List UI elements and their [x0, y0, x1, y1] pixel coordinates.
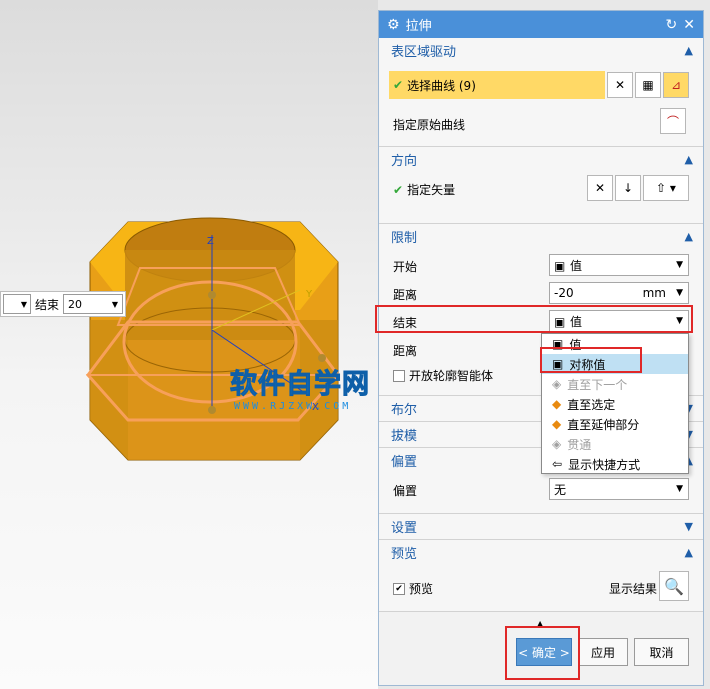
menu-item-symmetric[interactable]: ▣ 对称值: [542, 354, 688, 374]
through-icon: ◈: [552, 437, 562, 451]
chevron-up-icon[interactable]: ▲: [685, 230, 693, 243]
end-label: 结束: [393, 316, 418, 330]
dialog-title: 拉伸: [405, 19, 432, 34]
preview-checkbox[interactable]: ✔: [393, 582, 405, 595]
end-value-input[interactable]: 20 ▼: [63, 294, 124, 314]
menu-item-through-all[interactable]: ◈ 贯通: [542, 434, 688, 454]
close-icon[interactable]: ✕: [683, 17, 695, 33]
nut-model: Z Y X: [85, 217, 341, 461]
end-type-menu: ▣ 值 ▣ 对称值 ◈ 直至下一个 ◆ 直至选定 ◆ 直至延伸部分 ◈ 贯通 ⇦ 显示快捷方式: [541, 333, 689, 474]
menu-item-until-next[interactable]: ◈ 直至下一个: [542, 374, 688, 394]
dialog-titlebar: ⚙ 拉伸 ↻ ✕: [379, 11, 703, 38]
svg-text:Z: Z: [207, 236, 214, 247]
curve-icon[interactable]: ⊿: [663, 72, 689, 98]
menu-item-until-extended[interactable]: ◆ 直至延伸部分: [542, 414, 688, 434]
start-label: 开始: [393, 260, 418, 274]
vector-dialog-icon[interactable]: ↓: [615, 175, 641, 201]
graphics-viewport[interactable]: Z Y X ▼ 结束 20 ▼ 软件自学网 WWW.RJZXW.COM: [0, 0, 378, 689]
checkmark-icon: ✔: [393, 182, 404, 197]
show-result-label: 显示结果: [609, 582, 658, 596]
gear-icon[interactable]: ⚙: [387, 17, 400, 33]
menu-item-show-shortcuts[interactable]: ⇦ 显示快捷方式: [542, 454, 688, 474]
curve-filter-icon[interactable]: ▦: [635, 72, 661, 98]
menu-item-value[interactable]: ▣ 值: [542, 334, 688, 354]
symmetric-cube-icon: ▣: [552, 357, 564, 371]
chevron-down-icon: ▼: [111, 299, 119, 309]
end-label: 结束: [35, 297, 60, 312]
distance2-label: 距离: [393, 344, 418, 358]
menu-item-until-selected[interactable]: ◆ 直至选定: [542, 394, 688, 414]
original-curve-icon[interactable]: ⌒: [660, 108, 686, 134]
specify-original-label: 指定原始曲线: [393, 118, 466, 132]
offset-label: 偏置: [393, 484, 418, 498]
section-preview-header[interactable]: 预览 ▲: [379, 540, 703, 564]
section-limits-header[interactable]: 限制 ▲: [379, 224, 703, 248]
section-direction: 方向 ▲ ✔ 指定矢量 ✕ ↓ ⇧ ▾: [379, 147, 703, 224]
preview-row[interactable]: ✔ 预览: [379, 580, 433, 597]
open-profile-checkbox[interactable]: [393, 369, 405, 382]
ok-button[interactable]: < 确定 >: [516, 638, 572, 666]
orange-cube-icon: ◆: [552, 417, 562, 431]
offset-select[interactable]: 无 ▼: [549, 478, 689, 500]
cube-icon: ▣: [552, 337, 564, 351]
distance-label: 距离: [393, 288, 418, 302]
expand-handle[interactable]: ▲: [537, 619, 543, 628]
magnifier-icon[interactable]: 🔍: [659, 571, 689, 601]
section-drive: 表区域驱动 ▲ ✔ 选择曲线 (9) ✕ ▦ ⊿ 指定原始曲线 ⌒: [379, 38, 703, 147]
start-select[interactable]: ▣ 值 ▼: [549, 254, 689, 276]
chevron-down-icon: ▼: [676, 288, 683, 298]
reverse-icon[interactable]: ✕: [587, 175, 613, 201]
section-preview: 预览 ▲ ✔ 预览 显示结果 🔍: [379, 540, 703, 612]
chevron-down-icon: ▼: [676, 260, 683, 270]
curve-rule-icon[interactable]: ✕: [607, 72, 633, 98]
section-settings: 设置 ▼: [379, 514, 703, 540]
chevron-down-icon: ▼: [676, 316, 683, 326]
specify-vector-row[interactable]: ✔ 指定矢量: [379, 181, 455, 198]
checkmark-icon: ✔: [393, 78, 404, 92]
open-profile-row[interactable]: 开放轮廓智能体: [379, 367, 493, 384]
arrow-left-icon: ⇦: [552, 457, 563, 471]
cube-icon: ▣: [554, 315, 566, 329]
chevron-down-icon: ▼: [20, 299, 27, 309]
chevron-up-icon[interactable]: ▲: [685, 153, 693, 166]
chevron-up-icon[interactable]: ▲: [685, 546, 693, 559]
apply-button[interactable]: 应用: [578, 638, 628, 666]
section-drive-header[interactable]: 表区域驱动 ▲: [379, 38, 703, 62]
chevron-down-icon[interactable]: ▼: [685, 520, 693, 533]
end-type-dropdown[interactable]: ▼: [3, 294, 31, 314]
vector-icon[interactable]: ⇧ ▾: [643, 175, 689, 201]
chevron-down-icon: ▼: [676, 484, 683, 494]
svg-text:Y: Y: [305, 289, 313, 300]
chevron-up-icon[interactable]: ▲: [685, 44, 693, 57]
section-settings-header[interactable]: 设置 ▼: [379, 514, 703, 538]
select-curve-row[interactable]: ✔ 选择曲线 (9): [389, 71, 605, 99]
cube-icon: ▣: [554, 259, 566, 273]
section-direction-header[interactable]: 方向 ▲: [379, 147, 703, 171]
distance-input[interactable]: -20 mm ▼: [549, 282, 689, 304]
watermark: 软件自学网 WWW.RJZXW.COM: [230, 369, 370, 413]
end-select[interactable]: ▣ 值 ▼: [549, 310, 689, 332]
floating-toolbar: ▼ 结束 20 ▼: [0, 291, 126, 317]
cancel-button[interactable]: 取消: [634, 638, 689, 666]
layers-icon: ◈: [552, 377, 562, 391]
reset-icon[interactable]: ↻: [666, 17, 678, 33]
orange-cube-icon: ◆: [552, 397, 562, 411]
